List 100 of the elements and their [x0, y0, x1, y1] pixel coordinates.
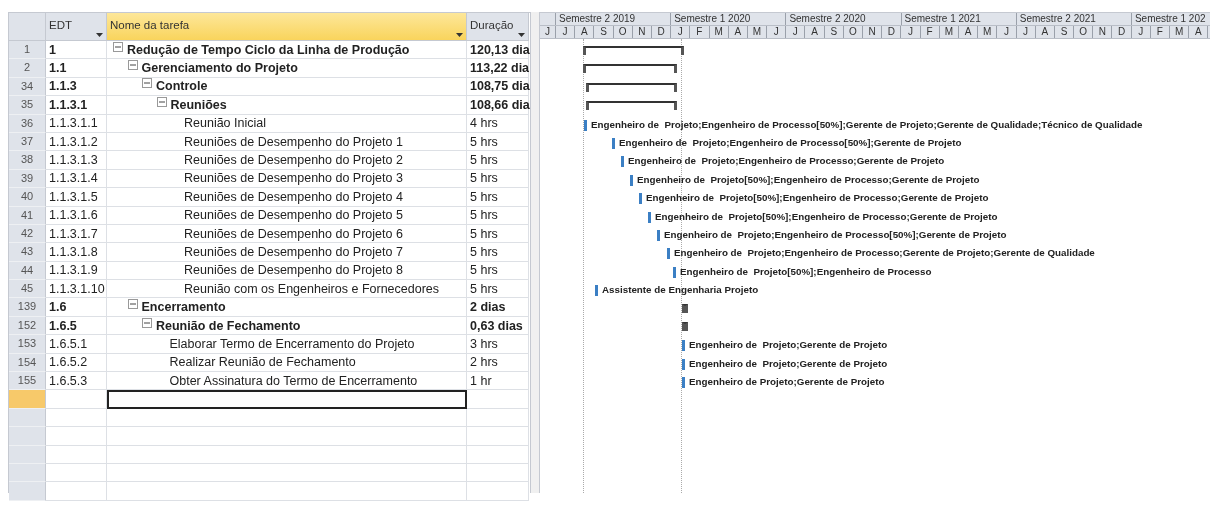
collapse-icon[interactable]	[142, 78, 152, 89]
resource-label: Engenheiro de Projeto;Engenheiro de Processo[50%];Gerente de Projeto;Gerente de Qualidade;Técnico de Qualidade	[591, 117, 1143, 132]
task-bar[interactable]	[673, 266, 676, 278]
timescale-label: F	[920, 26, 940, 38]
resource-label: Engenheiro de Projeto;Engenheiro de Processo[50%];Gerente de Projeto	[664, 228, 1007, 242]
timescale-label: S	[1054, 26, 1075, 38]
resource-label: Engenheiro de Projeto;Gerente de Projeto	[689, 356, 888, 371]
timescale-label: O	[613, 26, 633, 38]
timescale-label: Semestre 1 202	[1131, 13, 1210, 25]
task-bar[interactable]	[639, 193, 642, 205]
summary-bar[interactable]	[586, 82, 677, 92]
task-bar[interactable]	[682, 377, 685, 389]
table-cell: 1.1.3.1.3	[46, 151, 107, 170]
timescale-label: Semestre 2 2021	[1016, 13, 1132, 25]
resource-label: Engenheiro de Projeto;Engenheiro de Processo[50%];Gerente de Projeto	[619, 136, 962, 150]
empty-cell[interactable]	[467, 445, 529, 464]
row-number[interactable]	[9, 390, 46, 409]
task-name: Reuniões de Desempenho do Projeto 1	[184, 134, 403, 149]
empty-cell[interactable]	[467, 464, 529, 483]
task-name: Reuniões de Desempenho do Projeto 6	[184, 226, 403, 241]
row-number: 45	[9, 280, 46, 299]
task-name: Redução de Tempo Ciclo da Linha de Produção	[127, 42, 410, 57]
table-cell: 1.1.3	[46, 77, 107, 97]
table-cell: 1.1.3.1.10	[46, 280, 107, 299]
timescale-label: S	[824, 26, 844, 38]
task-name: Reuniões de Desempenho do Projeto 7	[184, 245, 403, 259]
timescale-label: O	[1074, 26, 1094, 38]
task-bar[interactable]	[595, 285, 598, 297]
task-name: Reuniões de Desempenho do Projeto 5	[184, 208, 403, 223]
summary-bar[interactable]	[682, 303, 688, 313]
collapse-icon[interactable]	[142, 317, 152, 328]
table-cell: 3 hrs	[467, 335, 529, 354]
timescale-label: D	[882, 26, 902, 38]
row-number: 35	[9, 96, 46, 115]
table-cell: 5 hrs	[467, 224, 529, 244]
summary-bar[interactable]	[583, 46, 684, 55]
task-bar[interactable]	[630, 174, 633, 186]
pane-splitter[interactable]	[530, 12, 540, 493]
timescale-label: Semestre 1 2021	[901, 13, 1017, 25]
timescale-label: J	[767, 26, 787, 38]
empty-cell[interactable]	[467, 427, 529, 446]
table-cell: 2 hrs	[467, 353, 529, 373]
task-bar[interactable]	[621, 156, 624, 168]
row-number[interactable]	[9, 482, 46, 501]
timescale-label: A	[1035, 26, 1055, 38]
timescale-label: J	[1131, 26, 1151, 38]
task-bar[interactable]	[584, 119, 587, 131]
timescale-label: Semestre 2 2019	[556, 13, 672, 25]
collapse-icon[interactable]	[113, 41, 123, 52]
collapse-icon[interactable]	[127, 299, 138, 310]
collapse-icon[interactable]	[127, 60, 138, 71]
row-number: 2	[9, 59, 46, 78]
timescale-label: M	[747, 26, 768, 38]
column-header[interactable]: Duração	[467, 13, 529, 41]
timescale-label: M	[1170, 26, 1190, 38]
task-name: Reunião com os Engenheiros e Fornecedores	[184, 281, 439, 296]
table-cell: 1.1	[46, 59, 107, 78]
empty-cell[interactable]	[467, 390, 529, 409]
task-bar[interactable]	[648, 211, 651, 223]
task-name: Reuniões de Desempenho do Projeto 2	[184, 153, 403, 168]
timescale-label: J	[671, 26, 691, 38]
resource-label: Engenheiro de Projeto[50%];Engenheiro de Processo	[680, 264, 932, 279]
timescale-label: O	[843, 26, 863, 38]
empty-cell[interactable]	[107, 408, 467, 428]
empty-cell[interactable]	[467, 408, 529, 428]
table-cell: 1	[46, 41, 107, 60]
row-number[interactable]	[9, 427, 46, 446]
dropdown-icon	[96, 33, 103, 37]
task-bar[interactable]	[682, 340, 685, 352]
column-header[interactable]: EDT	[46, 13, 107, 41]
task-name: Controle	[156, 79, 208, 94]
column-header[interactable]: Nome da tarefa	[107, 13, 467, 41]
empty-cell[interactable]	[107, 445, 467, 464]
table-cell: 1.6.5.3	[46, 372, 107, 391]
row-number: 153	[9, 335, 46, 354]
task-name: Reunião de Fechamento	[156, 318, 301, 333]
empty-cell[interactable]	[107, 482, 467, 501]
task-bar[interactable]	[667, 248, 670, 260]
row-number: 155	[9, 372, 46, 391]
table-cell: 1.1.3.1	[46, 96, 107, 115]
resource-label: Assistente de Engenharia Projeto	[602, 283, 759, 298]
table-cell: 5 hrs	[467, 243, 529, 262]
table-cell: 5 hrs	[467, 151, 529, 170]
table-cell: 5 hrs	[467, 132, 529, 152]
summary-bar[interactable]	[583, 64, 677, 74]
table-cell: 1.1.3.1.8	[46, 243, 107, 262]
timescale-label: A	[958, 26, 979, 38]
collapse-icon[interactable]	[156, 96, 167, 107]
empty-cell[interactable]	[107, 464, 467, 483]
table-cell: 1.6	[46, 298, 107, 317]
empty-cell[interactable]	[467, 482, 529, 501]
selected-cell[interactable]	[107, 390, 467, 409]
empty-cell[interactable]	[107, 427, 467, 446]
table-cell: 108,66 dia	[467, 96, 529, 115]
resource-label: Engenheiro de Projeto;Gerente de Projeto	[689, 338, 888, 353]
timescale-label: J	[901, 26, 921, 38]
task-bar[interactable]	[682, 358, 685, 370]
timescale-label: D	[1112, 26, 1132, 38]
timescale-label: A	[1189, 26, 1209, 38]
summary-bar[interactable]	[586, 101, 677, 111]
